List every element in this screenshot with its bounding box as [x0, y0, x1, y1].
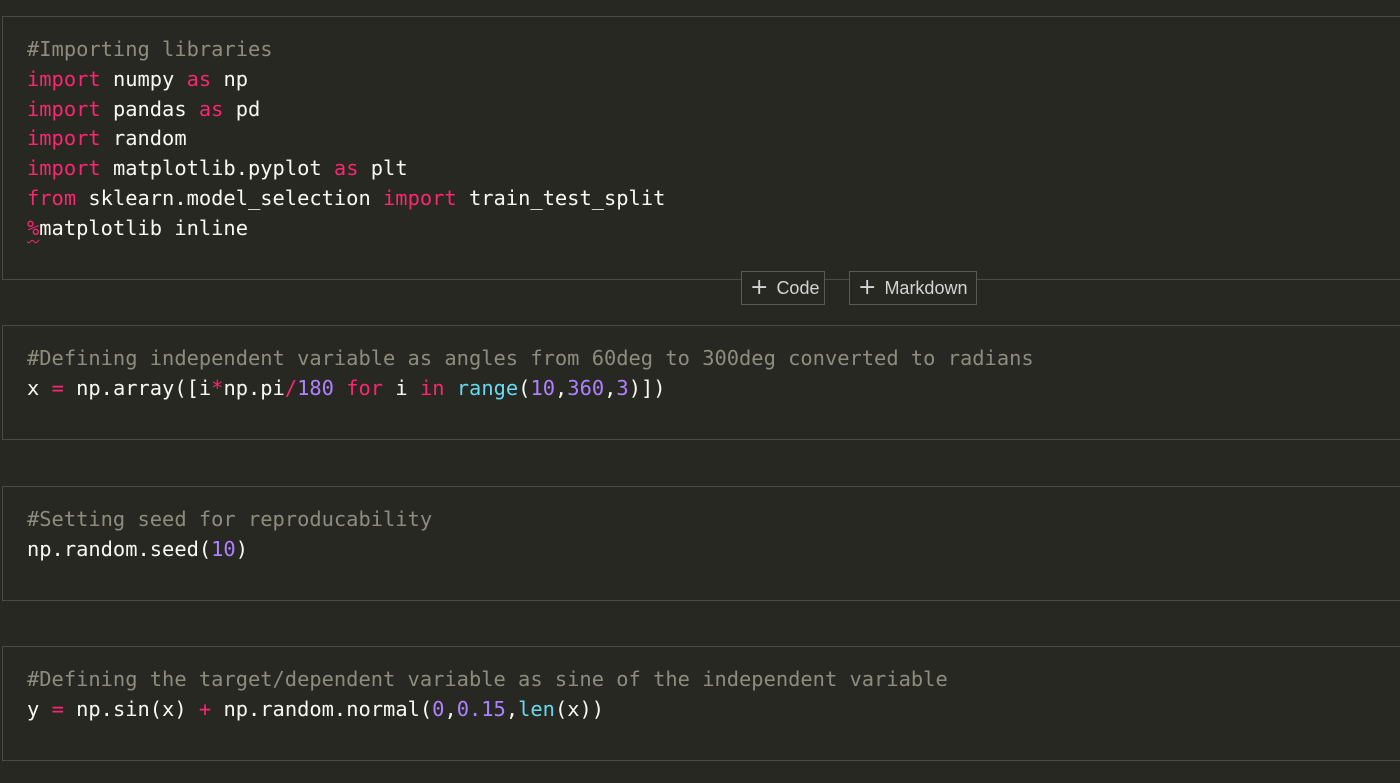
code-token: 3: [616, 375, 629, 400]
code-token: numpy: [100, 66, 187, 91]
code-token: 180: [297, 375, 334, 400]
code-cell-3[interactable]: #Setting seed for reproducability np.rand…: [2, 486, 1400, 601]
code-token: #Setting seed for reproducability: [27, 507, 433, 531]
code-token: len: [518, 696, 555, 721]
code-token: #Defining independent variable as angles…: [27, 346, 1034, 370]
code-line: #Defining the target/dependent variable …: [27, 665, 948, 695]
code-token: import: [383, 185, 457, 210]
add-markdown-label: Markdown: [884, 277, 968, 298]
add-code-cell-button[interactable]: + Code: [741, 271, 825, 305]
code-token: np.random.seed(: [27, 536, 212, 561]
code-token: 360: [567, 375, 605, 400]
add-markdown-cell-button[interactable]: + Markdown: [849, 271, 977, 305]
code-token: matplotlib.pyplot: [100, 156, 334, 181]
code-line: import numpy as np: [27, 65, 665, 95]
code-editor[interactable]: #Defining the target/dependent variable …: [27, 665, 948, 725]
code-line: np.random.seed(10): [27, 535, 432, 565]
code-token: pandas: [100, 96, 199, 121]
code-token: train_test_split: [456, 185, 666, 210]
plus-icon: +: [858, 275, 877, 300]
code-token: in: [419, 375, 445, 400]
code-token: import: [27, 126, 101, 151]
code-token: range: [456, 375, 519, 400]
code-token: plt: [358, 156, 408, 181]
code-token: matplotlib inline: [39, 215, 248, 240]
code-line: from sklearn.model_selection import trai…: [27, 184, 665, 214]
code-token: ,: [444, 696, 457, 721]
code-line: import random: [27, 124, 665, 154]
code-editor[interactable]: #Setting seed for reproducability np.rand…: [27, 505, 432, 565]
code-line: #Setting seed for reproducability: [27, 505, 432, 535]
code-token: 0: [432, 696, 445, 721]
code-token: #Importing libraries: [27, 37, 273, 61]
code-token: random: [100, 126, 187, 151]
code-line: #Defining independent variable as angles…: [27, 344, 1034, 374]
code-token: import: [27, 156, 101, 181]
code-token: /: [284, 375, 298, 400]
code-line: y = np.sin(x) + np.random.normal(0,0.15,…: [27, 695, 948, 725]
code-token: x: [27, 375, 52, 400]
code-token: for: [346, 375, 384, 400]
code-token: 0.15: [456, 696, 506, 721]
code-token: as: [198, 96, 224, 121]
code-token: =: [51, 696, 64, 721]
code-token: 10: [530, 375, 556, 400]
code-line: import pandas as pd: [27, 95, 665, 125]
code-line: %matplotlib inline: [27, 214, 665, 244]
code-token: (: [518, 375, 531, 400]
code-token: sklearn.model_selection: [76, 185, 384, 210]
code-token: ): [235, 536, 248, 561]
code-cell-4[interactable]: #Defining the target/dependent variable …: [2, 646, 1400, 761]
code-token: np.random.normal(: [211, 696, 433, 721]
code-cell-2[interactable]: #Defining independent variable as angles…: [2, 325, 1400, 440]
add-code-label: Code: [776, 277, 820, 298]
code-token: +: [198, 696, 212, 721]
code-token: as: [333, 156, 359, 181]
code-token: i: [383, 375, 420, 400]
code-token: np.array([i: [63, 375, 212, 400]
code-editor[interactable]: #Defining independent variable as angles…: [27, 344, 1034, 404]
code-token: import: [27, 66, 101, 91]
code-cell-1[interactable]: #Importing libraries import numpy as np im…: [2, 16, 1400, 280]
code-token: from: [27, 185, 77, 210]
code-token: np.pi: [223, 375, 285, 400]
code-token: #Defining the target/dependent variable …: [27, 667, 948, 691]
code-editor[interactable]: #Importing libraries import numpy as np im…: [27, 35, 665, 244]
code-token: import: [27, 96, 101, 121]
code-line: #Importing libraries: [27, 35, 665, 65]
code-token: 10: [211, 536, 236, 561]
code-token: y: [27, 696, 52, 721]
code-token: *: [211, 375, 224, 400]
code-token: np.sin(x): [63, 696, 199, 721]
code-token: )]): [628, 375, 666, 400]
code-token: ,: [604, 375, 617, 400]
code-token: %: [27, 215, 40, 240]
code-token: ,: [555, 375, 568, 400]
code-token: np: [211, 66, 249, 91]
code-token: =: [51, 375, 64, 400]
code-token: pd: [223, 96, 261, 121]
code-token: (x)): [554, 696, 605, 721]
code-line: x = np.array([i*np.pi/180 for i in range…: [27, 374, 1034, 404]
code-token: ,: [505, 696, 519, 721]
code-token: as: [186, 66, 212, 91]
code-line: import matplotlib.pyplot as plt: [27, 154, 665, 184]
plus-icon: +: [750, 275, 769, 300]
